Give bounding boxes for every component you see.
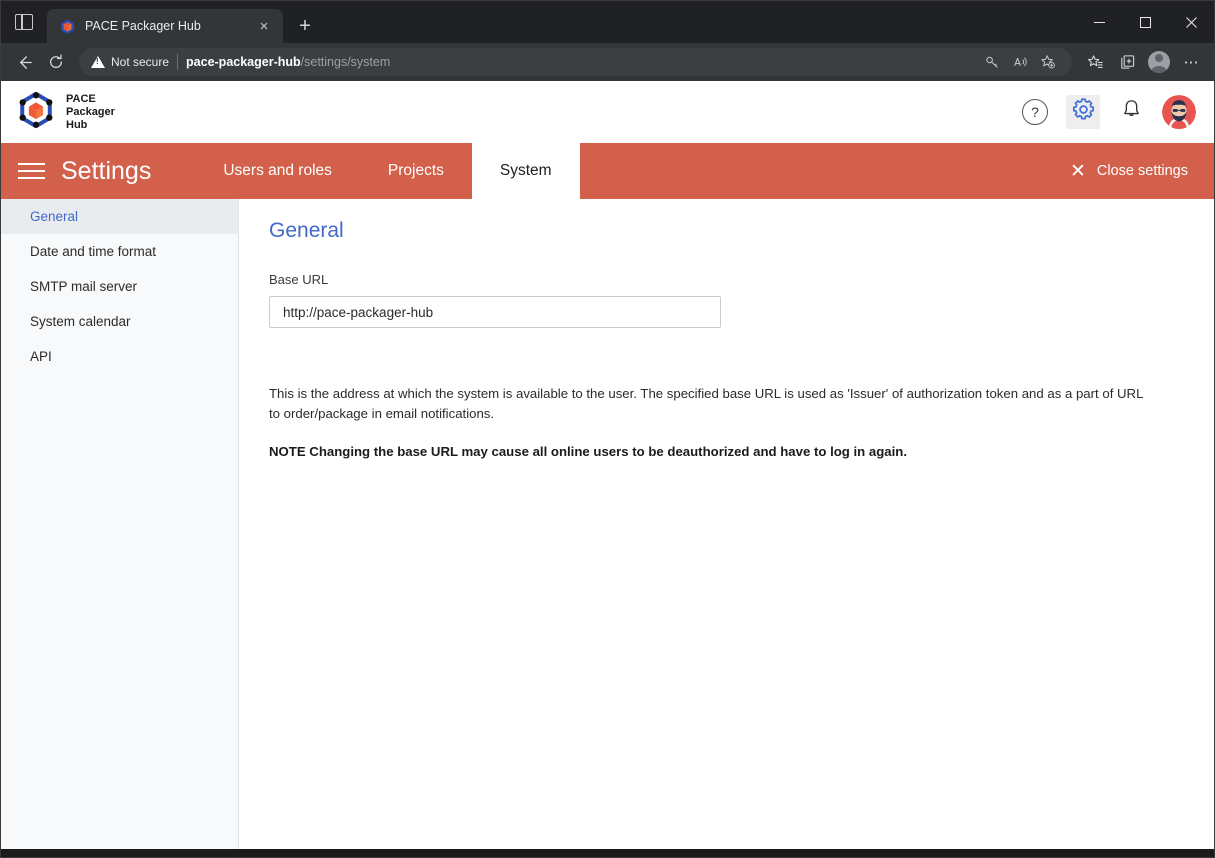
settings-and-more-icon[interactable]: ⋯	[1176, 47, 1206, 77]
omnibox-icons	[980, 50, 1060, 74]
add-favorite-icon[interactable]	[1036, 50, 1060, 74]
profile-icon[interactable]	[1144, 47, 1174, 77]
key-icon[interactable]	[980, 50, 1004, 74]
tab-actions-button[interactable]	[1, 1, 47, 43]
settings-content: General Base URL This is the address at …	[239, 199, 1214, 849]
url-text: pace-packager-hub/settings/system	[186, 55, 390, 69]
settings-button[interactable]	[1066, 95, 1100, 129]
sidebar-item-general[interactable]: General	[1, 199, 238, 234]
maximize-button[interactable]	[1122, 1, 1168, 43]
brand-line-2: Packager	[66, 105, 115, 118]
close-settings-label: Close settings	[1096, 163, 1188, 179]
window-controls	[1076, 1, 1214, 43]
collections-icon[interactable]	[1112, 47, 1142, 77]
browser-toolbar: Not secure pace-packager-hub/settings/sy…	[1, 43, 1214, 81]
tab-close-icon[interactable]: ×	[253, 15, 275, 37]
tab-system[interactable]: System	[471, 143, 580, 199]
taskbar-edge	[1, 849, 1214, 857]
settings-sidebar: General Date and time format SMTP mail s…	[1, 199, 239, 849]
content-heading: General	[269, 219, 344, 242]
app-header: PACE Packager Hub ?	[1, 81, 1214, 143]
tab-title: PACE Packager Hub	[85, 19, 201, 33]
split-screen-icon	[15, 14, 33, 30]
browser-window: PACE Packager Hub × + Not secu	[0, 0, 1215, 858]
user-menu-button[interactable]	[1162, 95, 1196, 129]
web-page: PACE Packager Hub ? Settings Users and r…	[1, 81, 1214, 849]
minimize-button[interactable]	[1076, 1, 1122, 43]
close-icon: ✕	[1070, 160, 1086, 182]
url-path: /settings/system	[300, 55, 391, 69]
read-aloud-icon[interactable]	[1008, 50, 1032, 74]
help-button[interactable]: ?	[1018, 95, 1052, 129]
base-url-description: This is the address at which the system …	[269, 386, 1143, 421]
gear-icon	[1071, 97, 1096, 127]
menu-icon[interactable]	[1, 143, 61, 199]
favorites-icon[interactable]	[1080, 47, 1110, 77]
sidebar-item-system-calendar[interactable]: System calendar	[1, 304, 238, 339]
brand-line-1: PACE	[66, 92, 96, 105]
bell-icon	[1120, 98, 1143, 126]
profile-avatar	[1148, 51, 1170, 73]
settings-bar: Settings Users and roles Projects System…	[1, 143, 1214, 199]
sidebar-item-smtp-mail-server[interactable]: SMTP mail server	[1, 269, 238, 304]
settings-tabs: Users and roles Projects System	[195, 143, 580, 199]
base-url-input[interactable]	[269, 296, 721, 328]
toolbar-right-icons: ⋯	[1080, 47, 1206, 77]
page-title: Settings	[61, 156, 152, 185]
close-settings-button[interactable]: ✕ Close settings	[1070, 143, 1214, 199]
tab-users-and-roles[interactable]: Users and roles	[195, 143, 360, 199]
tab-projects[interactable]: Projects	[360, 143, 472, 199]
settings-body: General Date and time format SMTP mail s…	[1, 199, 1214, 849]
warning-triangle-icon	[91, 56, 105, 68]
sidebar-item-date-and-time-format[interactable]: Date and time format	[1, 234, 238, 269]
pace-packager-hub-favicon	[59, 18, 76, 35]
address-bar[interactable]: Not secure pace-packager-hub/settings/sy…	[79, 48, 1072, 76]
help-icon: ?	[1022, 99, 1048, 125]
omnibox-divider	[177, 54, 179, 70]
header-actions: ?	[1018, 95, 1196, 129]
browser-tab-active[interactable]: PACE Packager Hub ×	[47, 9, 283, 43]
reload-icon[interactable]	[41, 47, 71, 77]
user-avatar	[1162, 95, 1196, 129]
url-host: pace-packager-hub	[186, 55, 301, 69]
brand-line-3: Hub	[66, 118, 88, 131]
security-status-label: Not secure	[111, 55, 170, 69]
notifications-button[interactable]	[1114, 95, 1148, 129]
new-tab-button[interactable]: +	[289, 11, 321, 41]
brand-logo-block[interactable]: PACE Packager Hub	[17, 91, 115, 134]
brand-text: PACE Packager Hub	[66, 93, 115, 132]
back-icon[interactable]	[9, 47, 39, 77]
base-url-label: Base URL	[269, 272, 329, 287]
security-status[interactable]: Not secure	[91, 55, 169, 69]
sidebar-item-api[interactable]: API	[1, 339, 238, 374]
base-url-note: NOTE Changing the base URL may cause all…	[269, 444, 908, 459]
pace-packager-hub-logo	[17, 91, 55, 134]
close-window-button[interactable]	[1168, 1, 1214, 43]
browser-titlebar: PACE Packager Hub × +	[1, 1, 1214, 43]
